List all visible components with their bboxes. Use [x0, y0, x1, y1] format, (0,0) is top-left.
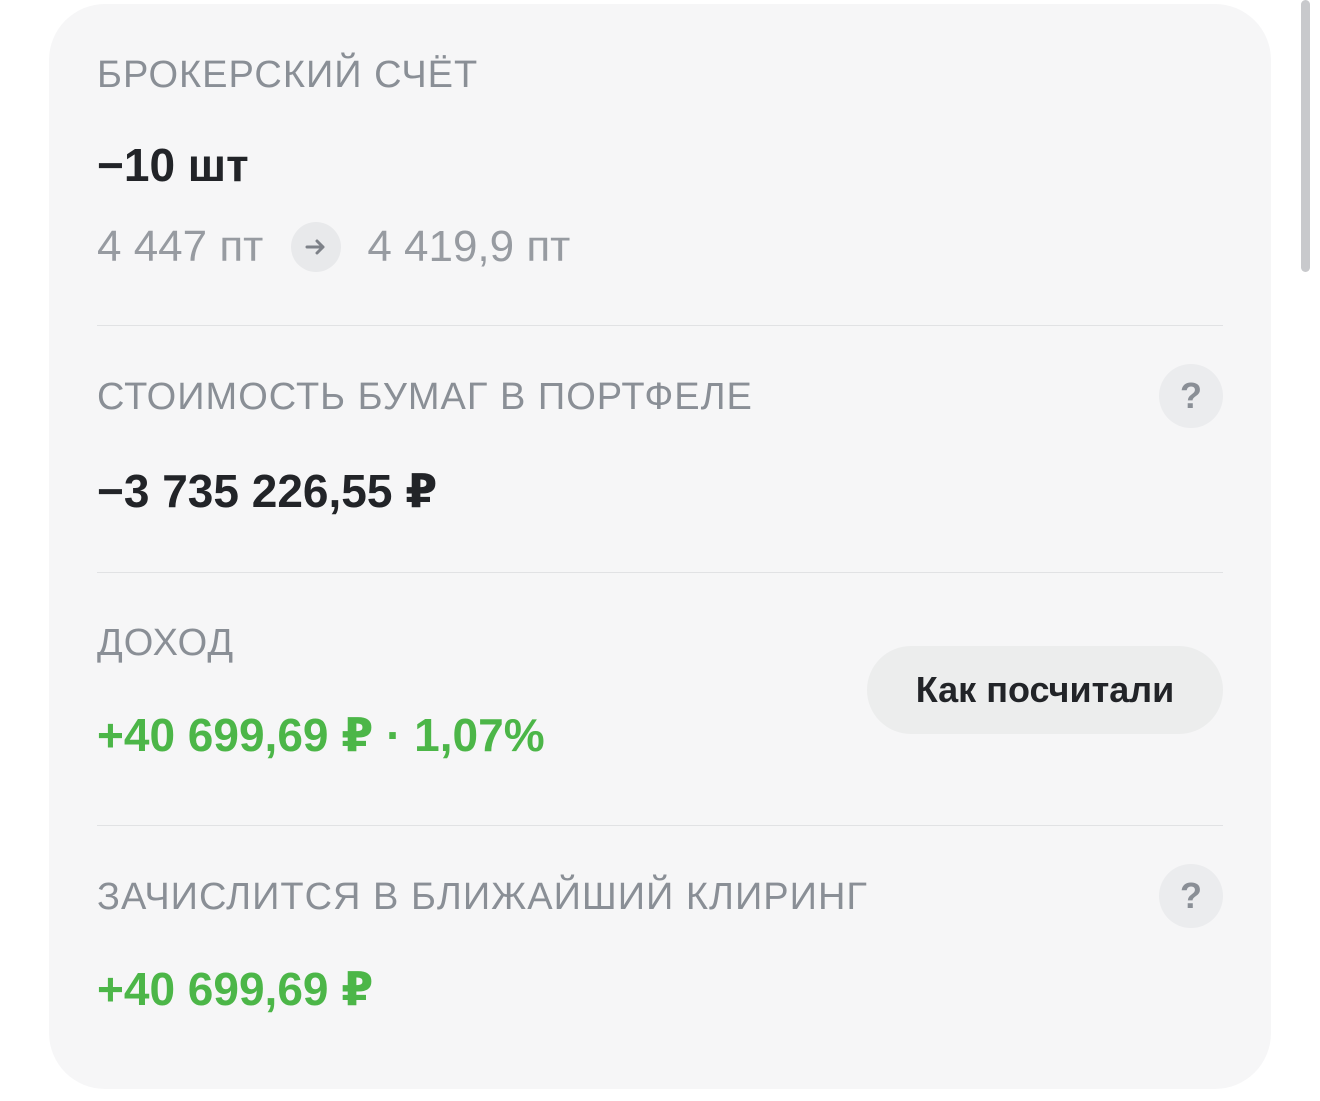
question-icon[interactable]: ? — [1159, 864, 1223, 928]
clearing-amount: +40 699,69 ₽ — [97, 963, 374, 1015]
position-details-card: БРОКЕРСКИЙ СЧЁТ −10 шт 4 447 пт 4 419,9 … — [49, 4, 1271, 1089]
clearing-label: ЗАЧИСЛИТСЯ В БЛИЖАЙШИЙ КЛИРИНГ — [97, 876, 868, 918]
scrollbar[interactable] — [1301, 0, 1310, 272]
clearing-section: ЗАЧИСЛИТСЯ В БЛИЖАЙШИЙ КЛИРИНГ ? +40 699… — [97, 826, 1223, 1066]
income-label: ДОХОД — [97, 622, 235, 664]
income-section: ДОХОД +40 699,69 ₽ · 1,07% Как посчитали — [97, 4, 1223, 824]
how-calculated-button[interactable]: Как посчитали — [867, 646, 1223, 734]
income-amount: +40 699,69 ₽ · 1,07% — [97, 709, 545, 761]
